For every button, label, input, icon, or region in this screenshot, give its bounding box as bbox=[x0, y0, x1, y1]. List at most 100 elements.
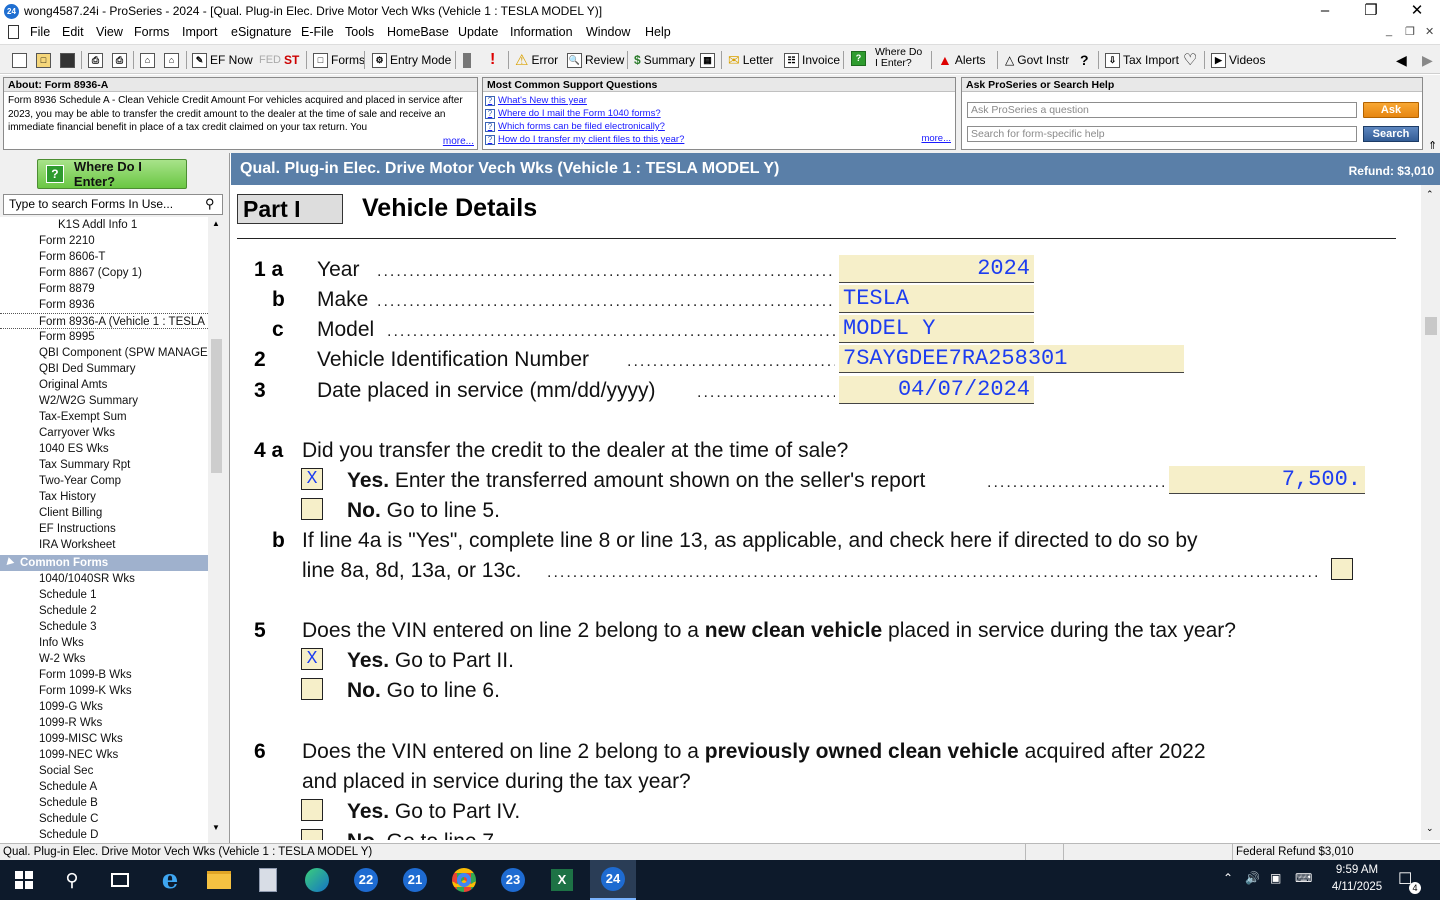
sidebar-scroll-thumb[interactable] bbox=[211, 339, 222, 473]
excel-icon[interactable]: X bbox=[542, 864, 582, 896]
menu-homebase[interactable]: HomeBase bbox=[387, 25, 449, 39]
network-icon[interactable]: ▣ bbox=[1270, 871, 1281, 885]
scroll-down-icon[interactable]: ▼ bbox=[212, 823, 220, 832]
common-form-item[interactable]: Social Sec bbox=[0, 763, 208, 779]
form-item[interactable]: Carryover Wks bbox=[0, 425, 208, 441]
form-item[interactable]: EF Instructions bbox=[0, 521, 208, 537]
print-all-icon[interactable]: ⎙ bbox=[112, 50, 127, 70]
minimize-icon[interactable]: – bbox=[1302, 0, 1348, 23]
vin-field[interactable]: 7SAYGDEE7RA258301 bbox=[839, 345, 1184, 373]
form-item[interactable]: K1S Addl Info 1 bbox=[0, 217, 208, 233]
line-6-yes-checkbox[interactable] bbox=[301, 799, 323, 821]
support-more-link[interactable]: more... bbox=[921, 133, 951, 144]
proseries-2022-icon[interactable]: 22 bbox=[346, 864, 386, 896]
volume-icon[interactable]: 🔊 bbox=[1245, 871, 1260, 885]
alert-exclamation-icon[interactable]: ! bbox=[490, 50, 495, 70]
proseries-2024-icon[interactable]: 24 bbox=[590, 860, 636, 900]
line-5-yes-checkbox[interactable]: X bbox=[301, 648, 323, 670]
form-item[interactable]: 1040 ES Wks bbox=[0, 441, 208, 457]
form-item[interactable]: Form 8879 bbox=[0, 281, 208, 297]
transferred-amount-field[interactable]: 7,500. bbox=[1169, 466, 1365, 494]
form-item[interactable]: Form 8995 bbox=[0, 329, 208, 345]
entry-mode-button[interactable]: ⚙ Entry Mode bbox=[372, 50, 451, 70]
support-question-link[interactable]: ? Which forms can be filed electronically… bbox=[483, 120, 955, 133]
common-form-item[interactable]: 1099-R Wks bbox=[0, 715, 208, 731]
forms-button[interactable]: □ Forms bbox=[313, 50, 365, 70]
menu-window[interactable]: Window bbox=[586, 25, 630, 39]
clock-time[interactable]: 9:59 AM bbox=[1333, 864, 1381, 876]
common-form-item[interactable]: 1099-MISC Wks bbox=[0, 731, 208, 747]
print-icon[interactable]: ⎙ bbox=[88, 50, 103, 70]
show-hidden-icons-icon[interactable]: ⌃ bbox=[1223, 871, 1233, 885]
collapse-panels-icon[interactable]: ⇑ bbox=[1428, 139, 1437, 152]
common-form-item[interactable]: 1099-NEC Wks bbox=[0, 747, 208, 763]
menu-edit[interactable]: Edit bbox=[62, 25, 84, 39]
model-field[interactable]: MODEL Y bbox=[839, 315, 1034, 343]
common-form-item[interactable]: Schedule A bbox=[0, 779, 208, 795]
form-item[interactable]: Tax Summary Rpt bbox=[0, 457, 208, 473]
open-file-icon[interactable]: □ bbox=[36, 50, 51, 70]
form-item[interactable]: IRA Worksheet bbox=[0, 537, 208, 553]
common-form-item[interactable]: Form 1099-K Wks bbox=[0, 683, 208, 699]
alerts-button[interactable]: ▲ Alerts bbox=[938, 50, 986, 70]
line-4b-checkbox[interactable] bbox=[1331, 558, 1353, 580]
support-question-link[interactable]: ? How do I transfer my client files to th… bbox=[483, 133, 955, 146]
make-field[interactable]: TESLA bbox=[839, 285, 1034, 313]
clock-date[interactable]: 4/11/2025 bbox=[1328, 881, 1386, 893]
common-form-item[interactable]: Schedule B bbox=[0, 795, 208, 811]
form-item[interactable]: W2/W2G Summary bbox=[0, 393, 208, 409]
calculator-icon[interactable]: ▦ bbox=[700, 50, 715, 70]
search-button[interactable]: Search bbox=[1363, 126, 1419, 142]
mdi-minimize-icon[interactable]: _ bbox=[1386, 25, 1392, 37]
common-form-item[interactable]: Form 1099-B Wks bbox=[0, 667, 208, 683]
menu-tools[interactable]: Tools bbox=[345, 25, 374, 39]
back-arrow-icon[interactable]: ◀ bbox=[1396, 50, 1407, 70]
common-form-item[interactable]: Schedule D bbox=[0, 827, 208, 843]
ask-question-input[interactable]: Ask ProSeries a question bbox=[967, 102, 1357, 118]
summary-button[interactable]: $ Summary bbox=[634, 50, 695, 70]
search-help-input[interactable]: Search for form-specific help bbox=[967, 126, 1357, 142]
year-field[interactable]: 2024 bbox=[839, 255, 1034, 283]
form-item[interactable]: Tax-Exempt Sum bbox=[0, 409, 208, 425]
form-item[interactable]: Form 8606-T bbox=[0, 249, 208, 265]
keyboard-icon[interactable]: ⌨ bbox=[1295, 871, 1312, 885]
search-icon[interactable]: ⚲ bbox=[52, 864, 92, 896]
internet-explorer-icon[interactable]: e bbox=[150, 864, 190, 896]
form-item[interactable]: QBI Ded Summary bbox=[0, 361, 208, 377]
tax-import-button[interactable]: ⇩ Tax Import bbox=[1105, 50, 1179, 70]
scroll-down-icon[interactable]: ⌄ bbox=[1426, 823, 1434, 834]
restore-icon[interactable]: ❐ bbox=[1348, 0, 1394, 23]
menu-help[interactable]: Help bbox=[645, 25, 671, 39]
common-form-item[interactable]: Schedule 1 bbox=[0, 587, 208, 603]
forward-arrow-icon[interactable]: ▶ bbox=[1422, 50, 1433, 70]
calculator-app-icon[interactable] bbox=[248, 864, 288, 896]
menu-forms[interactable]: Forms bbox=[134, 25, 169, 39]
mdi-restore-icon[interactable]: ❐ bbox=[1405, 25, 1415, 38]
where-do-i-enter-button[interactable]: ? Where Do I Enter? bbox=[37, 159, 187, 189]
support-question-link[interactable]: ? What's New this year bbox=[483, 94, 955, 107]
forms-search-input[interactable]: Type to search Forms In Use... bbox=[3, 194, 223, 215]
menu-file[interactable]: File bbox=[30, 25, 50, 39]
common-form-item[interactable]: Schedule C bbox=[0, 811, 208, 827]
form-item[interactable]: Original Amts bbox=[0, 377, 208, 393]
menu-view[interactable]: View bbox=[96, 25, 123, 39]
windows-start-icon[interactable] bbox=[4, 864, 44, 896]
save-icon[interactable] bbox=[60, 50, 75, 70]
common-form-item[interactable]: 1099-G Wks bbox=[0, 699, 208, 715]
form-item[interactable]: Form 8867 (Copy 1) bbox=[0, 265, 208, 281]
form-item[interactable]: Client Billing bbox=[0, 505, 208, 521]
proseries-2021-icon[interactable]: 21 bbox=[395, 864, 435, 896]
form-item[interactable]: Two-Year Comp bbox=[0, 473, 208, 489]
home-icon[interactable]: ⌂ bbox=[140, 50, 155, 70]
menu-esignature[interactable]: eSignature bbox=[231, 25, 291, 39]
form-item[interactable]: Tax History bbox=[0, 489, 208, 505]
form-item-selected[interactable]: Form 8936-A (Vehicle 1 : TESLA MODEL Y) bbox=[0, 313, 208, 329]
page-icon[interactable] bbox=[463, 50, 471, 70]
new-file-icon[interactable] bbox=[12, 50, 27, 70]
date-in-service-field[interactable]: 04/07/2024 bbox=[839, 376, 1034, 404]
videos-button[interactable]: ▶ Videos bbox=[1211, 50, 1265, 70]
line-4a-yes-checkbox[interactable]: X bbox=[301, 468, 323, 490]
form-item[interactable]: Form 8936 bbox=[0, 297, 208, 313]
menu-efile[interactable]: E-File bbox=[301, 25, 334, 39]
about-more-link[interactable]: more... bbox=[443, 136, 474, 147]
